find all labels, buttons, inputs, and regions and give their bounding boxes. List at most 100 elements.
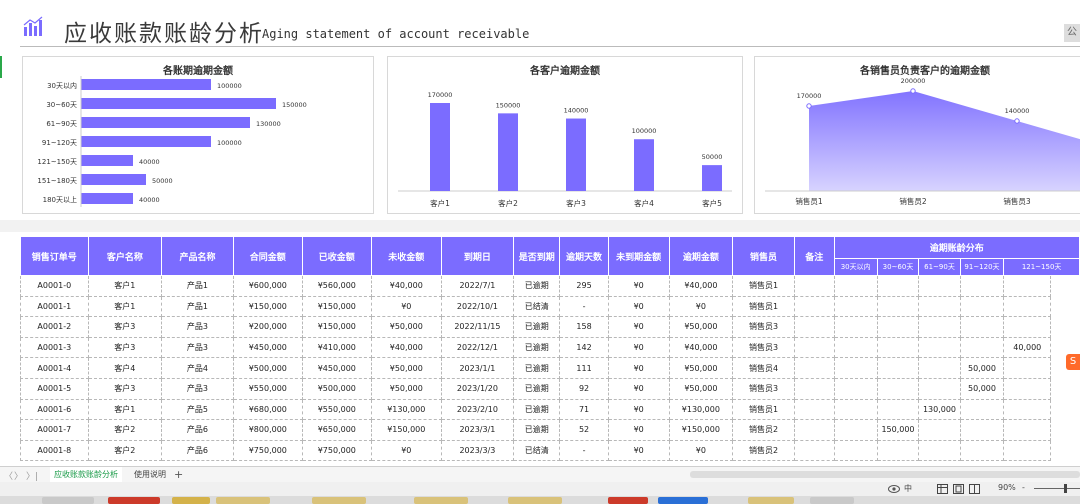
table-cell[interactable] bbox=[833, 357, 878, 379]
table-cell[interactable]: 产品1 bbox=[161, 295, 234, 318]
table-cell[interactable]: 50,000 bbox=[959, 377, 1005, 400]
table-cell[interactable]: 已逾期 bbox=[513, 316, 561, 338]
table-cell[interactable] bbox=[959, 439, 1005, 462]
col-header-salesperson[interactable]: 销售员 bbox=[732, 236, 795, 276]
table-cell[interactable]: 产品3 bbox=[161, 316, 234, 338]
table-cell[interactable]: ¥0 bbox=[370, 295, 442, 318]
table-cell[interactable] bbox=[833, 295, 878, 318]
table-cell[interactable] bbox=[833, 398, 878, 421]
table-cell[interactable] bbox=[876, 316, 920, 338]
table-cell[interactable]: ¥0 bbox=[668, 439, 734, 462]
chart-panel-aging[interactable]: 各账期逾期金额 30天以内 100000 30~60天 150000 61~90天 130… bbox=[22, 56, 374, 214]
table-cell[interactable] bbox=[1003, 316, 1052, 338]
table-cell[interactable]: ¥0 bbox=[607, 439, 670, 462]
table-cell[interactable] bbox=[1003, 377, 1052, 400]
taskbar-item[interactable] bbox=[608, 497, 648, 504]
table-cell[interactable] bbox=[876, 398, 920, 421]
table-cell[interactable]: ¥40,000 bbox=[668, 275, 734, 297]
taskbar-item[interactable] bbox=[748, 497, 794, 504]
table-cell[interactable]: A0001-6 bbox=[20, 398, 89, 421]
table-cell[interactable] bbox=[876, 357, 920, 379]
table-cell[interactable]: ¥650,000 bbox=[301, 419, 372, 441]
zoom-level[interactable]: 90% bbox=[998, 483, 1016, 492]
table-cell[interactable]: ¥0 bbox=[668, 295, 734, 318]
table-cell[interactable]: 130,000 bbox=[918, 398, 961, 421]
table-cell[interactable] bbox=[959, 275, 1005, 297]
table-cell[interactable] bbox=[918, 316, 961, 338]
table-cell[interactable] bbox=[793, 336, 835, 359]
table-cell[interactable]: ¥150,000 bbox=[668, 419, 734, 441]
table-cell[interactable]: ¥150,000 bbox=[301, 316, 372, 338]
table-cell[interactable]: 2022/11/15 bbox=[440, 316, 515, 338]
col-header-overdue-amount[interactable]: 逾期金额 bbox=[668, 236, 734, 276]
table-cell[interactable]: 已逾期 bbox=[513, 419, 561, 441]
table-cell[interactable]: 92 bbox=[559, 377, 609, 400]
horizontal-scrollbar[interactable] bbox=[690, 471, 1080, 478]
table-cell[interactable] bbox=[793, 357, 835, 379]
zoom-out-button[interactable]: - bbox=[1022, 483, 1025, 492]
table-cell[interactable]: ¥50,000 bbox=[370, 316, 442, 338]
table-cell[interactable]: ¥0 bbox=[370, 439, 442, 462]
table-cell[interactable] bbox=[833, 439, 878, 462]
col-header-order-no[interactable]: 销售订单号 bbox=[20, 236, 89, 276]
taskbar-item[interactable] bbox=[42, 497, 94, 504]
table-cell[interactable]: 产品1 bbox=[161, 275, 234, 297]
table-cell[interactable]: ¥500,000 bbox=[301, 377, 372, 400]
table-cell[interactable]: 客户2 bbox=[87, 419, 163, 441]
taskbar-item[interactable] bbox=[312, 497, 366, 504]
table-cell[interactable]: ¥150,000 bbox=[370, 419, 442, 441]
table-cell[interactable]: 客户2 bbox=[87, 439, 163, 462]
table-cell[interactable]: 产品6 bbox=[161, 439, 234, 462]
table-cell[interactable]: ¥50,000 bbox=[668, 316, 734, 338]
table-cell[interactable]: 产品5 bbox=[161, 398, 234, 421]
page-break-icon[interactable] bbox=[969, 484, 980, 494]
add-sheet-button[interactable]: + bbox=[174, 467, 183, 482]
col-header-overdue-days[interactable]: 逾期天数 bbox=[559, 236, 609, 276]
table-cell[interactable]: 2023/2/10 bbox=[440, 398, 515, 421]
page-layout-icon[interactable] bbox=[953, 484, 964, 494]
table-cell[interactable]: 158 bbox=[559, 316, 609, 338]
table-cell[interactable]: 150,000 bbox=[876, 419, 920, 441]
floating-assistant-icon[interactable]: S bbox=[1066, 354, 1080, 370]
col-header-customer[interactable]: 客户名称 bbox=[87, 236, 163, 276]
taskbar-item[interactable] bbox=[414, 497, 468, 504]
table-cell[interactable]: 客户1 bbox=[87, 275, 163, 297]
table-cell[interactable]: 客户3 bbox=[87, 336, 163, 359]
table-cell[interactable]: ¥450,000 bbox=[232, 336, 303, 359]
table-cell[interactable] bbox=[876, 439, 920, 462]
col-header-product[interactable]: 产品名称 bbox=[161, 236, 234, 276]
table-cell[interactable]: 产品6 bbox=[161, 419, 234, 441]
table-cell[interactable]: ¥50,000 bbox=[370, 377, 442, 400]
taskbar-item[interactable] bbox=[658, 497, 708, 504]
table-cell[interactable]: ¥40,000 bbox=[370, 336, 442, 359]
col-header-contract[interactable]: 合同金额 bbox=[232, 236, 303, 276]
table-cell[interactable] bbox=[793, 377, 835, 400]
table-cell[interactable]: 已逾期 bbox=[513, 398, 561, 421]
table-cell[interactable]: 50,000 bbox=[959, 357, 1005, 379]
view-mode-selector[interactable]: 中 bbox=[904, 483, 912, 494]
table-cell[interactable]: 客户4 bbox=[87, 357, 163, 379]
table-cell[interactable]: A0001-8 bbox=[20, 439, 89, 462]
table-cell[interactable] bbox=[959, 295, 1005, 318]
table-cell[interactable]: 销售员3 bbox=[732, 316, 795, 338]
table-cell[interactable] bbox=[959, 316, 1005, 338]
table-cell[interactable] bbox=[876, 336, 920, 359]
table-cell[interactable]: 销售员2 bbox=[732, 439, 795, 462]
table-cell[interactable] bbox=[918, 357, 961, 379]
table-cell[interactable] bbox=[833, 316, 878, 338]
tab-nav-first-icon[interactable]: 〈 bbox=[4, 469, 13, 482]
table-cell[interactable]: 产品3 bbox=[161, 336, 234, 359]
table-cell[interactable] bbox=[918, 419, 961, 441]
table-cell[interactable]: 2022/12/1 bbox=[440, 336, 515, 359]
table-cell[interactable] bbox=[918, 377, 961, 400]
table-cell[interactable] bbox=[918, 275, 961, 297]
table-cell[interactable]: ¥0 bbox=[607, 398, 670, 421]
table-cell[interactable]: 已逾期 bbox=[513, 377, 561, 400]
table-cell[interactable] bbox=[1003, 439, 1052, 462]
col-header-not-due-amount[interactable]: 未到期金额 bbox=[607, 236, 670, 276]
table-cell[interactable]: 已逾期 bbox=[513, 275, 561, 297]
table-cell[interactable] bbox=[876, 295, 920, 318]
table-cell[interactable]: ¥0 bbox=[607, 377, 670, 400]
table-cell[interactable] bbox=[833, 377, 878, 400]
chart-panel-customer[interactable]: 各客户逾期金额 170000 客户1 150000 客户2 140000 客户3 10000… bbox=[387, 56, 743, 214]
